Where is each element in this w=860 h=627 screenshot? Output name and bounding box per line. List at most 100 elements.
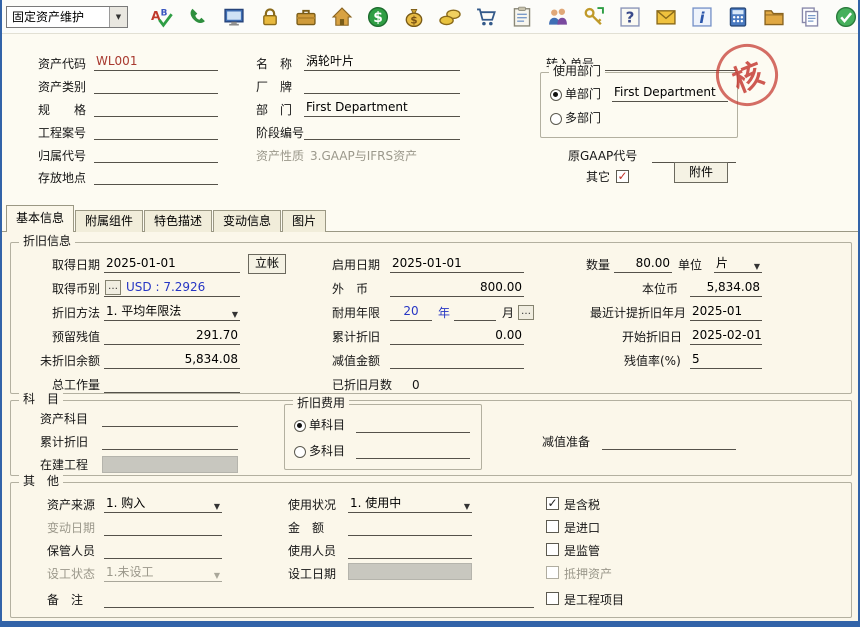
check-circle-icon[interactable] [834,5,858,29]
local-amt-field[interactable]: 5,834.08 [690,280,762,297]
salvage-field[interactable]: 291.70 [104,328,240,345]
tab-basic-info[interactable]: 基本信息 [6,205,74,232]
coins-icon[interactable] [438,5,462,29]
life-years-field[interactable]: 20 [390,304,432,321]
moneybag-icon[interactable]: $ [402,5,426,29]
single-dept-radio[interactable] [550,89,562,101]
dep-method-combo[interactable]: 1. 平均年限法 [104,304,240,321]
toolbar-icons: AB $ $ ? i [150,5,858,29]
life-lookup-button[interactable] [518,305,534,320]
phone-icon[interactable] [186,5,210,29]
folder-icon[interactable] [762,5,786,29]
currency-field[interactable]: USD : 7.2926 [104,280,240,297]
dep-method-dropdown-arrow-icon[interactable] [232,307,238,321]
undep-balance-field[interactable]: 5,834.08 [104,352,240,369]
unit-combo[interactable]: 片 [714,256,762,273]
calculator-icon[interactable] [726,5,750,29]
acquire-date-field[interactable]: 2025-01-01 [104,256,240,273]
tab-attached-components[interactable]: 附属组件 [75,210,143,232]
cart-icon[interactable] [474,5,498,29]
module-select[interactable]: 固定资产维护 ▼ [6,6,128,28]
asset-subject-field[interactable] [102,410,238,427]
local-amt-label: 本位币 [642,282,678,297]
copy-icon[interactable] [798,5,822,29]
name-field[interactable]: 涡轮叶片 [304,54,460,71]
currency-lookup-button[interactable] [105,280,121,295]
lock-icon[interactable] [258,5,282,29]
project-item-checkbox[interactable] [546,592,559,605]
workload-field[interactable] [104,376,240,393]
amount-field[interactable] [348,519,472,536]
acc-dep-subject-field[interactable] [102,433,238,450]
last-dep-ym-field[interactable]: 2025-01 [690,304,762,321]
unit-dropdown-arrow-icon[interactable] [754,259,760,273]
project-no-field[interactable] [94,123,218,140]
acc-dep-subject-label: 累计折旧 [40,435,88,450]
use-dept-group-label: 使用部门 [549,64,605,79]
foreign-amt-field[interactable]: 800.00 [390,280,524,297]
home-icon[interactable] [330,5,354,29]
clipboard-icon[interactable] [510,5,534,29]
usage-dropdown-arrow-icon[interactable] [464,499,470,513]
brand-field[interactable] [304,77,460,94]
briefcase-icon[interactable] [294,5,318,29]
source-dropdown-arrow-icon[interactable] [214,499,220,513]
users-icon[interactable] [546,5,570,29]
spec-field[interactable] [94,100,218,117]
mail-icon[interactable] [654,5,678,29]
build-date-label: 设工日期 [288,567,336,582]
asset-code-field[interactable]: WL001 [94,54,218,71]
dollar-circle-icon[interactable]: $ [366,5,390,29]
monitor-icon[interactable] [222,5,246,29]
chevron-down-icon[interactable]: ▼ [109,7,127,27]
salvage-rate-field[interactable]: 5 [690,352,762,369]
qty-field[interactable]: 80.00 [614,256,672,273]
attachment-button[interactable]: 附件 [674,162,728,183]
custodian-field[interactable] [104,542,222,559]
multi-subject-field[interactable] [356,442,470,459]
user-field[interactable] [348,542,472,559]
belong-code-field[interactable] [94,146,218,163]
acc-dep-label: 累计折旧 [332,330,380,345]
usage-combo[interactable]: 1. 使用中 [348,496,472,513]
acc-dep-field[interactable]: 0.00 [390,328,524,345]
multi-dept-radio[interactable] [550,113,562,125]
asset-type-label: 资产类别 [38,80,86,95]
change-date-field[interactable] [104,519,222,536]
remark-field[interactable] [104,591,534,608]
asset-code-label: 资产代码 [38,57,86,72]
name-label: 名 称 [256,57,292,72]
asset-type-field[interactable] [94,77,218,94]
dept-field[interactable]: First Department [304,100,460,117]
single-subject-field[interactable] [356,416,470,433]
acquire-date-label: 取得日期 [52,258,100,273]
spellcheck-icon[interactable]: AB [150,5,174,29]
tab-feature-description[interactable]: 特色描述 [144,210,212,232]
gaap-code-field[interactable] [652,146,736,163]
tax-included-checkbox[interactable] [546,497,559,510]
single-dept-label: 单部门 [565,87,601,102]
multi-subject-radio[interactable] [294,446,306,458]
other-check-label: 其它 [586,170,610,185]
start-date-field[interactable]: 2025-01-01 [390,256,524,273]
tab-picture[interactable]: 图片 [282,210,326,232]
other-checkbox[interactable] [616,170,629,183]
single-subject-radio[interactable] [294,420,306,432]
dep-start-field[interactable]: 2025-02-01 [690,328,762,345]
dep-start-label: 开始折旧日 [622,330,682,345]
location-field[interactable] [94,168,218,185]
stage-no-field[interactable] [304,123,460,140]
key-icon[interactable] [582,5,606,29]
salvage-label: 预留残值 [52,330,100,345]
info-icon[interactable]: i [690,5,714,29]
post-account-button[interactable]: 立帐 [248,254,286,274]
supervise-checkbox[interactable] [546,543,559,556]
single-dept-field[interactable]: First Department [612,85,728,102]
tab-change-info[interactable]: 变动信息 [213,210,281,232]
import-checkbox[interactable] [546,520,559,533]
impair-amt-field[interactable] [390,352,524,369]
life-months-field[interactable] [454,304,496,321]
source-combo[interactable]: 1. 购入 [104,496,222,513]
help-icon[interactable]: ? [618,5,642,29]
impair-reserve-field[interactable] [602,433,736,450]
